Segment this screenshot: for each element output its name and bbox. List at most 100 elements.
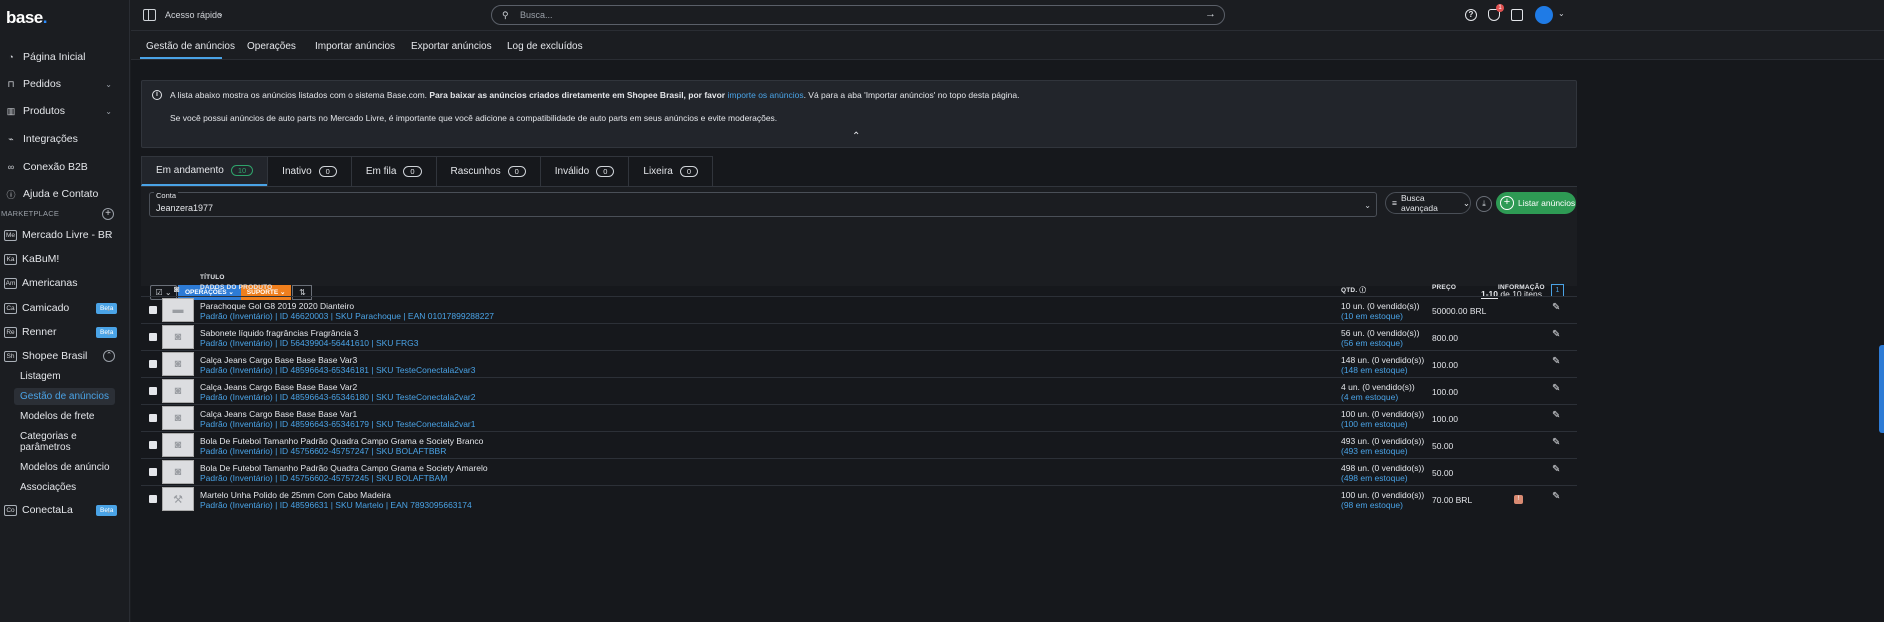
table-row[interactable]: ◙ Bola De Futebol Tamanho Padrão Quadra C… xyxy=(141,431,1577,458)
product-title[interactable]: Parachoque Gol G8 2019 2020 Dianteiro xyxy=(200,301,354,311)
table-row[interactable]: ◙ Bola De Futebol Tamanho Padrão Quadra C… xyxy=(141,458,1577,485)
marketplace-americanas[interactable]: Am Americanas xyxy=(0,274,130,292)
product-thumbnail[interactable]: ◙ xyxy=(162,379,194,403)
stock[interactable]: (10 em estoque) xyxy=(1341,311,1403,321)
tab-exportar-anuncios[interactable]: Exportar anúncios xyxy=(411,41,492,52)
chevron-down-icon[interactable]: ⌄ xyxy=(1558,9,1565,18)
quick-access-label[interactable]: Acesso rápido xyxy=(165,10,222,20)
tab-rascunhos[interactable]: Rascunhos 0 xyxy=(435,156,541,186)
product-title[interactable]: Calça Jeans Cargo Base Base Base Var2 xyxy=(200,382,357,392)
tab-invalido[interactable]: Inválido 0 xyxy=(539,156,630,186)
sidebar-item-pagina-inicial[interactable]: ◔ Página Inicial xyxy=(0,47,130,67)
advanced-search-button[interactable]: ≡ Busca avançada ⌄ xyxy=(1385,192,1471,214)
sidebar-toggle-icon[interactable] xyxy=(143,9,156,21)
import-link[interactable]: importe os anúncios xyxy=(728,90,804,100)
tab-em-fila[interactable]: Em fila 0 xyxy=(350,156,437,186)
sidebar-sub-gestao-anuncios[interactable]: Gestão de anúncios xyxy=(14,388,115,405)
table-row[interactable]: ◙ Sabonete líquido fragrâncias Fragrância… xyxy=(141,323,1577,350)
search-input[interactable]: Busca... xyxy=(520,10,553,20)
tab-importar-anuncios[interactable]: Importar anúncios xyxy=(315,41,395,52)
base-logo[interactable]: base. xyxy=(6,8,48,28)
row-checkbox[interactable] xyxy=(149,333,157,341)
sidebar-sub-modelos-frete[interactable]: Modelos de frete xyxy=(20,411,95,422)
help-icon[interactable]: ? xyxy=(1465,9,1477,21)
product-thumbnail[interactable]: ▬ xyxy=(162,298,194,322)
table-row[interactable]: ▬ Parachoque Gol G8 2019 2020 Dianteiro Pa… xyxy=(141,296,1577,323)
product-title[interactable]: Bola De Futebol Tamanho Padrão Quadra Ca… xyxy=(200,463,488,473)
row-checkbox[interactable] xyxy=(149,414,157,422)
edit-icon[interactable]: ✎ xyxy=(1552,410,1560,421)
chevron-up-icon[interactable]: ⌃ xyxy=(103,350,115,362)
marketplace-conectala[interactable]: Co ConectaLa Beta ⌄ xyxy=(0,501,130,519)
avatar[interactable] xyxy=(1535,6,1553,24)
list-ads-button[interactable]: + Listar anúncios xyxy=(1496,192,1576,214)
info-warning-icon[interactable]: ! xyxy=(1514,495,1523,504)
sidebar-sub-categorias[interactable]: Categorias e xyxy=(20,431,77,442)
product-meta[interactable]: Padrão (Inventário) | ID 45756602-457572… xyxy=(200,473,447,483)
edit-icon[interactable]: ✎ xyxy=(1552,437,1560,448)
tab-operacoes[interactable]: Operações xyxy=(247,41,296,52)
table-row[interactable]: ⚒ Martelo Unha Polido de 25mm Com Cabo Ma… xyxy=(141,485,1577,512)
row-checkbox[interactable] xyxy=(149,468,157,476)
product-thumbnail[interactable]: ◙ xyxy=(162,352,194,376)
sidebar-item-produtos[interactable]: ▥ Produtos ⌄ xyxy=(0,101,130,121)
edit-icon[interactable]: ✎ xyxy=(1552,329,1560,340)
marketplace-kabum[interactable]: Ka KaBuM! xyxy=(0,250,130,268)
product-meta[interactable]: Padrão (Inventário) | ID 48596643-653461… xyxy=(200,365,476,375)
stock[interactable]: (100 em estoque) xyxy=(1341,419,1408,429)
product-thumbnail[interactable]: ◙ xyxy=(162,406,194,430)
sidebar-item-pedidos[interactable]: ⊓ Pedidos ⌄ xyxy=(0,74,130,94)
sidebar-item-ajuda[interactable]: ⓘ Ajuda e Contato xyxy=(0,184,130,204)
row-checkbox[interactable] xyxy=(149,441,157,449)
product-meta[interactable]: Padrão (Inventário) | ID 46620003 | SKU … xyxy=(200,311,494,321)
marketplace-camicado[interactable]: Ca Camicado Beta ⌄ xyxy=(0,299,130,317)
add-marketplace-icon[interactable]: + xyxy=(102,208,114,220)
product-meta[interactable]: Padrão (Inventário) | ID 56439904-564416… xyxy=(200,338,418,348)
product-thumbnail[interactable]: ◙ xyxy=(162,460,194,484)
chevron-up-icon[interactable]: ⌃ xyxy=(852,131,860,142)
tab-log-excluidos[interactable]: Log de excluídos xyxy=(507,41,583,52)
row-checkbox[interactable] xyxy=(149,387,157,395)
product-title[interactable]: Martelo Unha Polido de 25mm Com Cabo Mad… xyxy=(200,490,391,500)
product-meta[interactable]: Padrão (Inventário) | ID 48596643-653461… xyxy=(200,419,476,429)
stock[interactable]: (56 em estoque) xyxy=(1341,338,1403,348)
table-row[interactable]: ◙ Calça Jeans Cargo Base Base Base Var1 Pa… xyxy=(141,404,1577,431)
download-icon[interactable]: ⤓ xyxy=(1476,196,1492,212)
sidebar-sub-modelos-anuncio[interactable]: Modelos de anúncio xyxy=(20,462,110,473)
sidebar-item-conexao-b2b[interactable]: ∞ Conexão B2B xyxy=(0,157,130,177)
product-meta[interactable]: Padrão (Inventário) | ID 48596631 | SKU … xyxy=(200,500,472,510)
product-title[interactable]: Sabonete líquido fragrâncias Fragrância … xyxy=(200,328,358,338)
edit-icon[interactable]: ✎ xyxy=(1552,464,1560,475)
edit-icon[interactable]: ✎ xyxy=(1552,491,1560,502)
row-checkbox[interactable] xyxy=(149,495,157,503)
feedback-tab[interactable] xyxy=(1879,345,1884,433)
gift-icon[interactable] xyxy=(1511,9,1523,21)
product-thumbnail[interactable]: ◙ xyxy=(162,325,194,349)
stock[interactable]: (148 em estoque) xyxy=(1341,365,1408,375)
sidebar-sub-listagem[interactable]: Listagem xyxy=(20,371,61,382)
table-row[interactable]: ◙ Calça Jeans Cargo Base Base Base Var2 Pa… xyxy=(141,377,1577,404)
arrow-right-icon[interactable]: → xyxy=(1205,8,1216,20)
marketplace-mercado-livre[interactable]: Me Mercado Livre - BR ⌄ xyxy=(0,226,130,244)
row-checkbox[interactable] xyxy=(149,360,157,368)
stock[interactable]: (498 em estoque) xyxy=(1341,473,1408,483)
sidebar-sub-associacoes[interactable]: Associações xyxy=(20,482,76,493)
product-meta[interactable]: Padrão (Inventário) | ID 48596643-653461… xyxy=(200,392,476,402)
stock[interactable]: (4 em estoque) xyxy=(1341,392,1398,402)
tab-lixeira[interactable]: Lixeira 0 xyxy=(628,156,714,186)
conta-select[interactable]: Conta Jeanzera1977 ⌄ xyxy=(149,191,1377,217)
search-bar[interactable]: ⚲ Busca... → xyxy=(491,5,1225,25)
table-row[interactable]: ◙ Calça Jeans Cargo Base Base Base Var3 Pa… xyxy=(141,350,1577,377)
product-thumbnail[interactable]: ◙ xyxy=(162,433,194,457)
stock[interactable]: (98 em estoque) xyxy=(1341,500,1403,510)
row-checkbox[interactable] xyxy=(149,306,157,314)
edit-icon[interactable]: ✎ xyxy=(1552,302,1560,313)
product-title[interactable]: Calça Jeans Cargo Base Base Base Var1 xyxy=(200,409,357,419)
marketplace-renner[interactable]: Re Renner Beta ⌄ xyxy=(0,323,130,341)
product-title[interactable]: Bola De Futebol Tamanho Padrão Quadra Ca… xyxy=(200,436,483,446)
edit-icon[interactable]: ✎ xyxy=(1552,356,1560,367)
product-title[interactable]: Calça Jeans Cargo Base Base Base Var3 xyxy=(200,355,357,365)
edit-icon[interactable]: ✎ xyxy=(1552,383,1560,394)
sidebar-item-integracoes[interactable]: ⌁ Integrações xyxy=(0,129,130,149)
stock[interactable]: (493 em estoque) xyxy=(1341,446,1408,456)
